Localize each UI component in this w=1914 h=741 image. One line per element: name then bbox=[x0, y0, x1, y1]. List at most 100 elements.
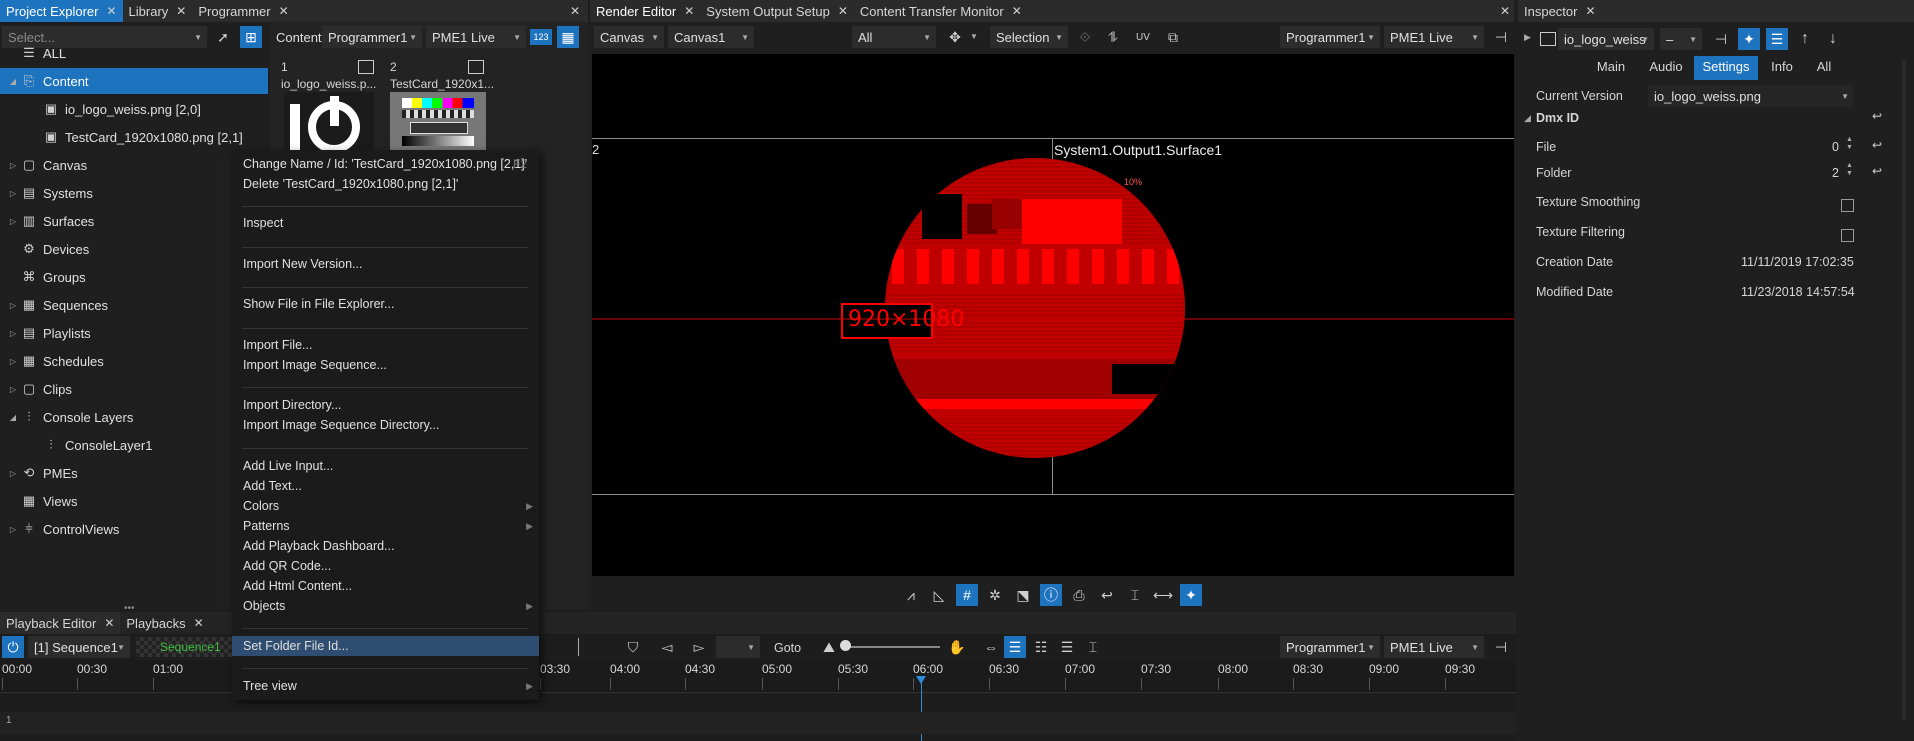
menu-item-show-file-in-file-explorer[interactable]: Show File in File Explorer... bbox=[232, 294, 539, 314]
fit-width-icon[interactable]: ⇔ bbox=[980, 636, 1002, 658]
tab-inspector[interactable]: Inspector ✕ bbox=[1518, 0, 1602, 22]
undo-icon[interactable]: ↩ bbox=[1096, 584, 1118, 606]
expand-arrow-icon[interactable]: ▷ bbox=[6, 469, 20, 478]
pin-icon[interactable]: ⊣ bbox=[1490, 636, 1512, 658]
tab-playback-editor[interactable]: Playback Editor ✕ bbox=[0, 612, 121, 634]
count-badge[interactable]: 123 bbox=[530, 29, 552, 45]
menu-item-patterns[interactable]: Patterns ▶ bbox=[232, 516, 539, 536]
expand-arrow-icon[interactable]: ▷ bbox=[6, 161, 20, 170]
menu-item-import-file[interactable]: Import File... bbox=[232, 335, 539, 355]
folder-value[interactable]: 2 bbox=[1832, 166, 1839, 180]
current-version-dropdown[interactable]: io_logo_weiss.png ▼ bbox=[1648, 85, 1854, 107]
pme-dropdown[interactable]: PME1 Live ▼ bbox=[426, 26, 526, 48]
canvas-dropdown[interactable]: Canvas1 ▼ bbox=[668, 26, 754, 48]
tree-item-all[interactable]: ☰ ALL bbox=[0, 40, 268, 66]
menu-item-colors[interactable]: Colors ▶ bbox=[232, 496, 539, 516]
expand-arrow-icon[interactable]: ▶ bbox=[1524, 32, 1531, 43]
close-icon[interactable]: ✕ bbox=[838, 4, 848, 18]
camera-group-icon[interactable]: ✲ bbox=[984, 584, 1006, 606]
track-row[interactable] bbox=[0, 712, 1516, 734]
texture-smoothing-checkbox[interactable] bbox=[1841, 199, 1854, 212]
power-icon[interactable]: ⏻ bbox=[2, 636, 24, 658]
expand-arrow-icon[interactable]: ▷ bbox=[6, 217, 20, 226]
snap-icon[interactable]: ⟐ bbox=[1074, 26, 1096, 48]
tab-programmer[interactable]: Programmer ✕ bbox=[192, 0, 294, 22]
tab-project-explorer[interactable]: Project Explorer ✕ bbox=[0, 0, 123, 22]
folder-spinner-icon[interactable]: ▲ ▼ bbox=[1846, 162, 1853, 178]
expand-arrow-icon[interactable]: ▷ bbox=[6, 385, 20, 394]
goto-button[interactable]: Goto bbox=[774, 641, 801, 655]
fit-icon[interactable]: ⧉ bbox=[1162, 26, 1184, 48]
reset-icon[interactable]: ↩ bbox=[1872, 109, 1882, 123]
close-icon[interactable]: ✕ bbox=[176, 4, 186, 18]
menu-item-import-image-sequence[interactable]: Import Image Sequence... bbox=[232, 355, 539, 375]
list-icon[interactable]: ☰ bbox=[1766, 28, 1788, 50]
list-align-icon[interactable]: ☰ bbox=[1004, 636, 1026, 658]
menu-item-tree-view[interactable]: Tree view ▶ bbox=[232, 676, 539, 696]
tree-item-devices[interactable]: ⚙ Devices bbox=[0, 236, 268, 262]
target-icon[interactable]: ✦ bbox=[1738, 28, 1760, 50]
pme-dropdown[interactable]: PME1 Live ▼ bbox=[1384, 26, 1484, 48]
menu-item-add-html-content[interactable]: Add Html Content... bbox=[232, 576, 539, 596]
expand-arrow-icon[interactable]: ▷ bbox=[6, 357, 20, 366]
expand-arrow-icon[interactable]: ▷ bbox=[6, 525, 20, 534]
file-spinner-icon[interactable]: ▲ ▼ bbox=[1846, 136, 1853, 152]
close-icon[interactable]: ✕ bbox=[194, 616, 204, 630]
expand-arrow-icon[interactable]: ◢ bbox=[6, 77, 20, 86]
list-remove-icon[interactable]: ☰ bbox=[1056, 636, 1078, 658]
tree-item-consolelayer1[interactable]: ⫶ ConsoleLayer1 bbox=[0, 432, 268, 458]
menu-item-import-image-sequence-directory[interactable]: Import Image Sequence Directory... bbox=[232, 415, 539, 435]
close-icon[interactable]: ✕ bbox=[279, 4, 289, 18]
tree-item-sequences[interactable]: ▷ ▦ Sequences bbox=[0, 292, 268, 318]
close-icon[interactable]: ✕ bbox=[1012, 4, 1022, 18]
menu-item-add-live-input[interactable]: Add Live Input... bbox=[232, 456, 539, 476]
close-icon[interactable]: ✕ bbox=[1585, 4, 1595, 18]
close-icon[interactable]: ✕ bbox=[684, 4, 694, 18]
drag-handle-icon[interactable]: ••• bbox=[124, 603, 135, 614]
menu-item-change-name-id-testcard-1920x1080-png-2-[interactable]: Change Name / Id: 'TestCard_1920x1080.pn… bbox=[232, 154, 539, 174]
tab-playbacks[interactable]: Playbacks ✕ bbox=[120, 612, 209, 634]
timeline-ruler[interactable] bbox=[0, 660, 1516, 693]
menu-item-objects[interactable]: Objects ▶ bbox=[232, 596, 539, 616]
canvas-type-dropdown[interactable]: Canvas ▼ bbox=[594, 26, 664, 48]
tree-item-groups[interactable]: ⌘ Groups bbox=[0, 264, 268, 290]
tree-item-controlviews[interactable]: ▷ ⫩ ControlViews bbox=[0, 516, 268, 542]
reset-icon[interactable]: ↩ bbox=[1872, 138, 1882, 152]
menu-item-inspect[interactable]: Inspect bbox=[232, 213, 539, 233]
menu-item-delete-testcard-1920x1080-png-2-1[interactable]: Delete 'TestCard_1920x1080.png [2,1]' bbox=[232, 174, 539, 194]
file-value[interactable]: 0 bbox=[1832, 140, 1839, 154]
perspective-icon[interactable]: ◺ bbox=[928, 584, 950, 606]
menu-item-add-playback-dashboard[interactable]: Add Playback Dashboard... bbox=[232, 536, 539, 556]
arrow-down-icon[interactable]: ↓ bbox=[1822, 28, 1844, 50]
inspector-tab-all[interactable]: All bbox=[1806, 56, 1842, 80]
mode-dropdown[interactable]: Selection ▼ bbox=[990, 26, 1068, 48]
menu-item-set-folder-file-id[interactable]: Set Folder File Id... bbox=[232, 636, 539, 656]
list-add-icon[interactable]: ☷ bbox=[1030, 636, 1052, 658]
inspector-tab-info[interactable]: Info bbox=[1762, 56, 1802, 80]
tree-item-clips[interactable]: ▷ ▢ Clips bbox=[0, 376, 268, 402]
expand-arrow-icon[interactable]: ▷ bbox=[6, 189, 20, 198]
tab-system-output-setup[interactable]: System Output Setup ✕ bbox=[700, 0, 854, 22]
uv-icon[interactable]: UV bbox=[1132, 26, 1154, 48]
reset-icon[interactable]: ↩ bbox=[1872, 164, 1882, 178]
grid-view-icon[interactable]: ▦ bbox=[557, 26, 579, 48]
inspector-tab-main[interactable]: Main bbox=[1586, 56, 1636, 80]
close-icon[interactable]: ✕ bbox=[104, 616, 114, 630]
shape-icon[interactable]: ⬔ bbox=[1012, 584, 1034, 606]
version-dash-dropdown[interactable]: – ▼ bbox=[1660, 28, 1702, 50]
sequence-clip[interactable]: Sequence1 bbox=[136, 637, 232, 657]
programmer-dropdown[interactable]: Programmer1 ▼ bbox=[1280, 26, 1380, 48]
zoom-slider-thumb[interactable] bbox=[840, 640, 851, 651]
pme-dropdown[interactable]: PME1 Live ▼ bbox=[1384, 636, 1484, 658]
inspector-tab-settings[interactable]: Settings bbox=[1694, 56, 1758, 80]
close-icon[interactable]: ✕ bbox=[106, 4, 116, 18]
arrow-up-icon[interactable]: ↑ bbox=[1794, 28, 1816, 50]
align-icon[interactable]: ⥮ bbox=[1102, 26, 1124, 48]
tree-item-testcard-1920x1080-png-2-1[interactable]: ▣ TestCard_1920x1080.png [2,1] bbox=[0, 124, 268, 150]
content-item-1[interactable]: 1 io_logo_weiss.p... bbox=[278, 58, 378, 153]
tree-item-io-logo-weiss-png-2-0[interactable]: ▣ io_logo_weiss.png [2,0] bbox=[0, 96, 268, 122]
tree-item-canvas[interactable]: ▷ ▢ Canvas bbox=[0, 152, 268, 178]
inspector-scrollbar[interactable] bbox=[1902, 60, 1906, 720]
prev-marker-icon[interactable]: ◅ bbox=[656, 636, 678, 658]
panel-close-icon[interactable]: ✕ bbox=[1500, 4, 1510, 18]
